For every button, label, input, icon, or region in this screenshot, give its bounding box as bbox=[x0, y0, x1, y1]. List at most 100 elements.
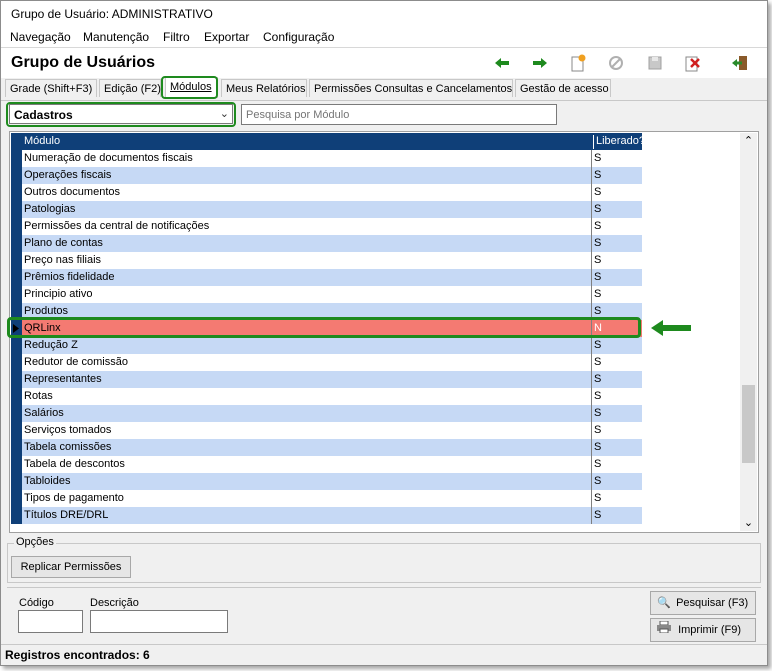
tab-permissoes[interactable]: Permissões Consultas e Cancelamentos bbox=[309, 79, 513, 97]
cancel-icon[interactable] bbox=[605, 53, 627, 73]
cell-allowed[interactable]: S bbox=[591, 269, 642, 286]
chevron-up-icon[interactable]: ⌃ bbox=[740, 133, 757, 149]
table-row[interactable]: Numeração de documentos fiscais S bbox=[11, 150, 642, 167]
table-row[interactable]: Tabloides S bbox=[11, 473, 642, 490]
cell-allowed[interactable]: S bbox=[591, 388, 642, 405]
cell-module[interactable]: Redutor de comissão bbox=[22, 354, 591, 371]
tab-gestao-acesso[interactable]: Gestão de acesso bbox=[515, 79, 611, 97]
new-icon[interactable] bbox=[567, 53, 589, 73]
cell-allowed[interactable]: S bbox=[591, 405, 642, 422]
table-row[interactable]: Tipos de pagamento S bbox=[11, 490, 642, 507]
cell-allowed[interactable]: S bbox=[591, 252, 642, 269]
cell-allowed[interactable]: S bbox=[591, 371, 642, 388]
table-row[interactable]: Representantes S bbox=[11, 371, 642, 388]
cell-allowed[interactable]: S bbox=[591, 235, 642, 252]
table-row[interactable]: Tabela de descontos S bbox=[11, 456, 642, 473]
cell-allowed[interactable]: S bbox=[591, 507, 642, 524]
cell-module[interactable]: Principio ativo bbox=[22, 286, 591, 303]
row-indicator[interactable] bbox=[11, 218, 22, 235]
row-indicator[interactable] bbox=[11, 252, 22, 269]
column-header-allowed[interactable]: Liberado? bbox=[593, 135, 645, 149]
table-row[interactable]: Principio ativo S bbox=[11, 286, 642, 303]
row-indicator[interactable] bbox=[11, 337, 22, 354]
table-row[interactable]: Tabela comissões S bbox=[11, 439, 642, 456]
column-header-module[interactable]: Módulo bbox=[24, 135, 60, 147]
replicate-permissions-button[interactable]: Replicar Permissões bbox=[11, 556, 131, 578]
cell-module[interactable]: Salários bbox=[22, 405, 591, 422]
table-row[interactable]: Rotas S bbox=[11, 388, 642, 405]
tab-edicao[interactable]: Edição (F2) bbox=[99, 79, 161, 97]
row-indicator[interactable] bbox=[11, 490, 22, 507]
cell-allowed[interactable]: S bbox=[591, 473, 642, 490]
cell-module[interactable]: Tipos de pagamento bbox=[22, 490, 591, 507]
table-row[interactable]: Outros documentos S bbox=[11, 184, 642, 201]
cell-module[interactable]: Patologias bbox=[22, 201, 591, 218]
cell-allowed[interactable]: S bbox=[591, 201, 642, 218]
menu-configuracao[interactable]: Configuração bbox=[263, 30, 334, 44]
table-row[interactable]: Permissões da central de notificações S bbox=[11, 218, 642, 235]
row-indicator[interactable] bbox=[11, 150, 22, 167]
table-row[interactable]: Patologias S bbox=[11, 201, 642, 218]
cell-allowed[interactable]: S bbox=[591, 337, 642, 354]
cell-module[interactable]: Permissões da central de notificações bbox=[22, 218, 591, 235]
table-row[interactable]: Preço nas filiais S bbox=[11, 252, 642, 269]
row-indicator[interactable] bbox=[11, 422, 22, 439]
cell-allowed[interactable]: S bbox=[591, 422, 642, 439]
row-indicator[interactable] bbox=[11, 405, 22, 422]
row-indicator[interactable] bbox=[11, 507, 22, 524]
cell-allowed[interactable]: S bbox=[591, 150, 642, 167]
row-indicator[interactable] bbox=[11, 456, 22, 473]
cell-module[interactable]: Prêmios fidelidade bbox=[22, 269, 591, 286]
row-indicator[interactable] bbox=[11, 235, 22, 252]
row-indicator[interactable] bbox=[11, 439, 22, 456]
code-input[interactable] bbox=[18, 610, 83, 633]
row-indicator[interactable] bbox=[11, 473, 22, 490]
exit-icon[interactable] bbox=[729, 53, 751, 73]
table-row[interactable]: Prêmios fidelidade S bbox=[11, 269, 642, 286]
module-search-input[interactable] bbox=[241, 104, 557, 125]
cell-module[interactable]: Rotas bbox=[22, 388, 591, 405]
menu-filtro[interactable]: Filtro bbox=[163, 30, 190, 44]
row-indicator[interactable] bbox=[11, 201, 22, 218]
row-indicator[interactable] bbox=[11, 371, 22, 388]
table-row[interactable]: Operações fiscais S bbox=[11, 167, 642, 184]
cell-allowed[interactable]: S bbox=[591, 167, 642, 184]
table-row[interactable]: Plano de contas S bbox=[11, 235, 642, 252]
tab-meus-relatorios[interactable]: Meus Relatórios bbox=[221, 79, 307, 97]
cell-module[interactable]: Outros documentos bbox=[22, 184, 591, 201]
cell-module[interactable]: Plano de contas bbox=[22, 235, 591, 252]
cell-allowed[interactable]: S bbox=[591, 286, 642, 303]
cell-module[interactable]: Redução Z bbox=[22, 337, 591, 354]
cell-module[interactable]: Títulos DRE/DRL bbox=[22, 507, 591, 524]
cell-module[interactable]: Tabela comissões bbox=[22, 439, 591, 456]
table-row[interactable]: Redutor de comissão S bbox=[11, 354, 642, 371]
cell-allowed[interactable]: S bbox=[591, 439, 642, 456]
row-indicator[interactable] bbox=[11, 354, 22, 371]
cell-module[interactable]: Preço nas filiais bbox=[22, 252, 591, 269]
vertical-scrollbar[interactable]: ⌃ ⌄ bbox=[740, 133, 757, 531]
cell-module[interactable]: Operações fiscais bbox=[22, 167, 591, 184]
row-indicator[interactable] bbox=[11, 388, 22, 405]
save-icon[interactable] bbox=[644, 53, 666, 73]
cell-allowed[interactable]: S bbox=[591, 456, 642, 473]
row-indicator[interactable] bbox=[11, 167, 22, 184]
cell-allowed[interactable]: S bbox=[591, 218, 642, 235]
table-row[interactable]: Serviços tomados S bbox=[11, 422, 642, 439]
table-row[interactable]: Redução ZS bbox=[11, 337, 642, 354]
tab-grade[interactable]: Grade (Shift+F3) bbox=[5, 79, 97, 97]
arrow-left-icon[interactable] bbox=[491, 53, 513, 73]
menu-manutencao[interactable]: Manutenção bbox=[83, 30, 149, 44]
chevron-down-icon[interactable]: ⌄ bbox=[740, 515, 757, 531]
scrollbar-thumb[interactable] bbox=[742, 385, 755, 463]
menu-exportar[interactable]: Exportar bbox=[204, 30, 249, 44]
cell-module[interactable]: Tabela de descontos bbox=[22, 456, 591, 473]
menu-navegacao[interactable]: Navegação bbox=[10, 30, 71, 44]
cell-allowed[interactable]: S bbox=[591, 184, 642, 201]
cell-allowed[interactable]: S bbox=[591, 490, 642, 507]
delete-icon[interactable] bbox=[681, 53, 703, 73]
row-indicator[interactable] bbox=[11, 269, 22, 286]
search-button[interactable]: 🔍 Pesquisar (F3) bbox=[650, 591, 756, 615]
row-indicator[interactable] bbox=[11, 184, 22, 201]
cell-allowed[interactable]: S bbox=[591, 354, 642, 371]
cell-module[interactable]: Serviços tomados bbox=[22, 422, 591, 439]
